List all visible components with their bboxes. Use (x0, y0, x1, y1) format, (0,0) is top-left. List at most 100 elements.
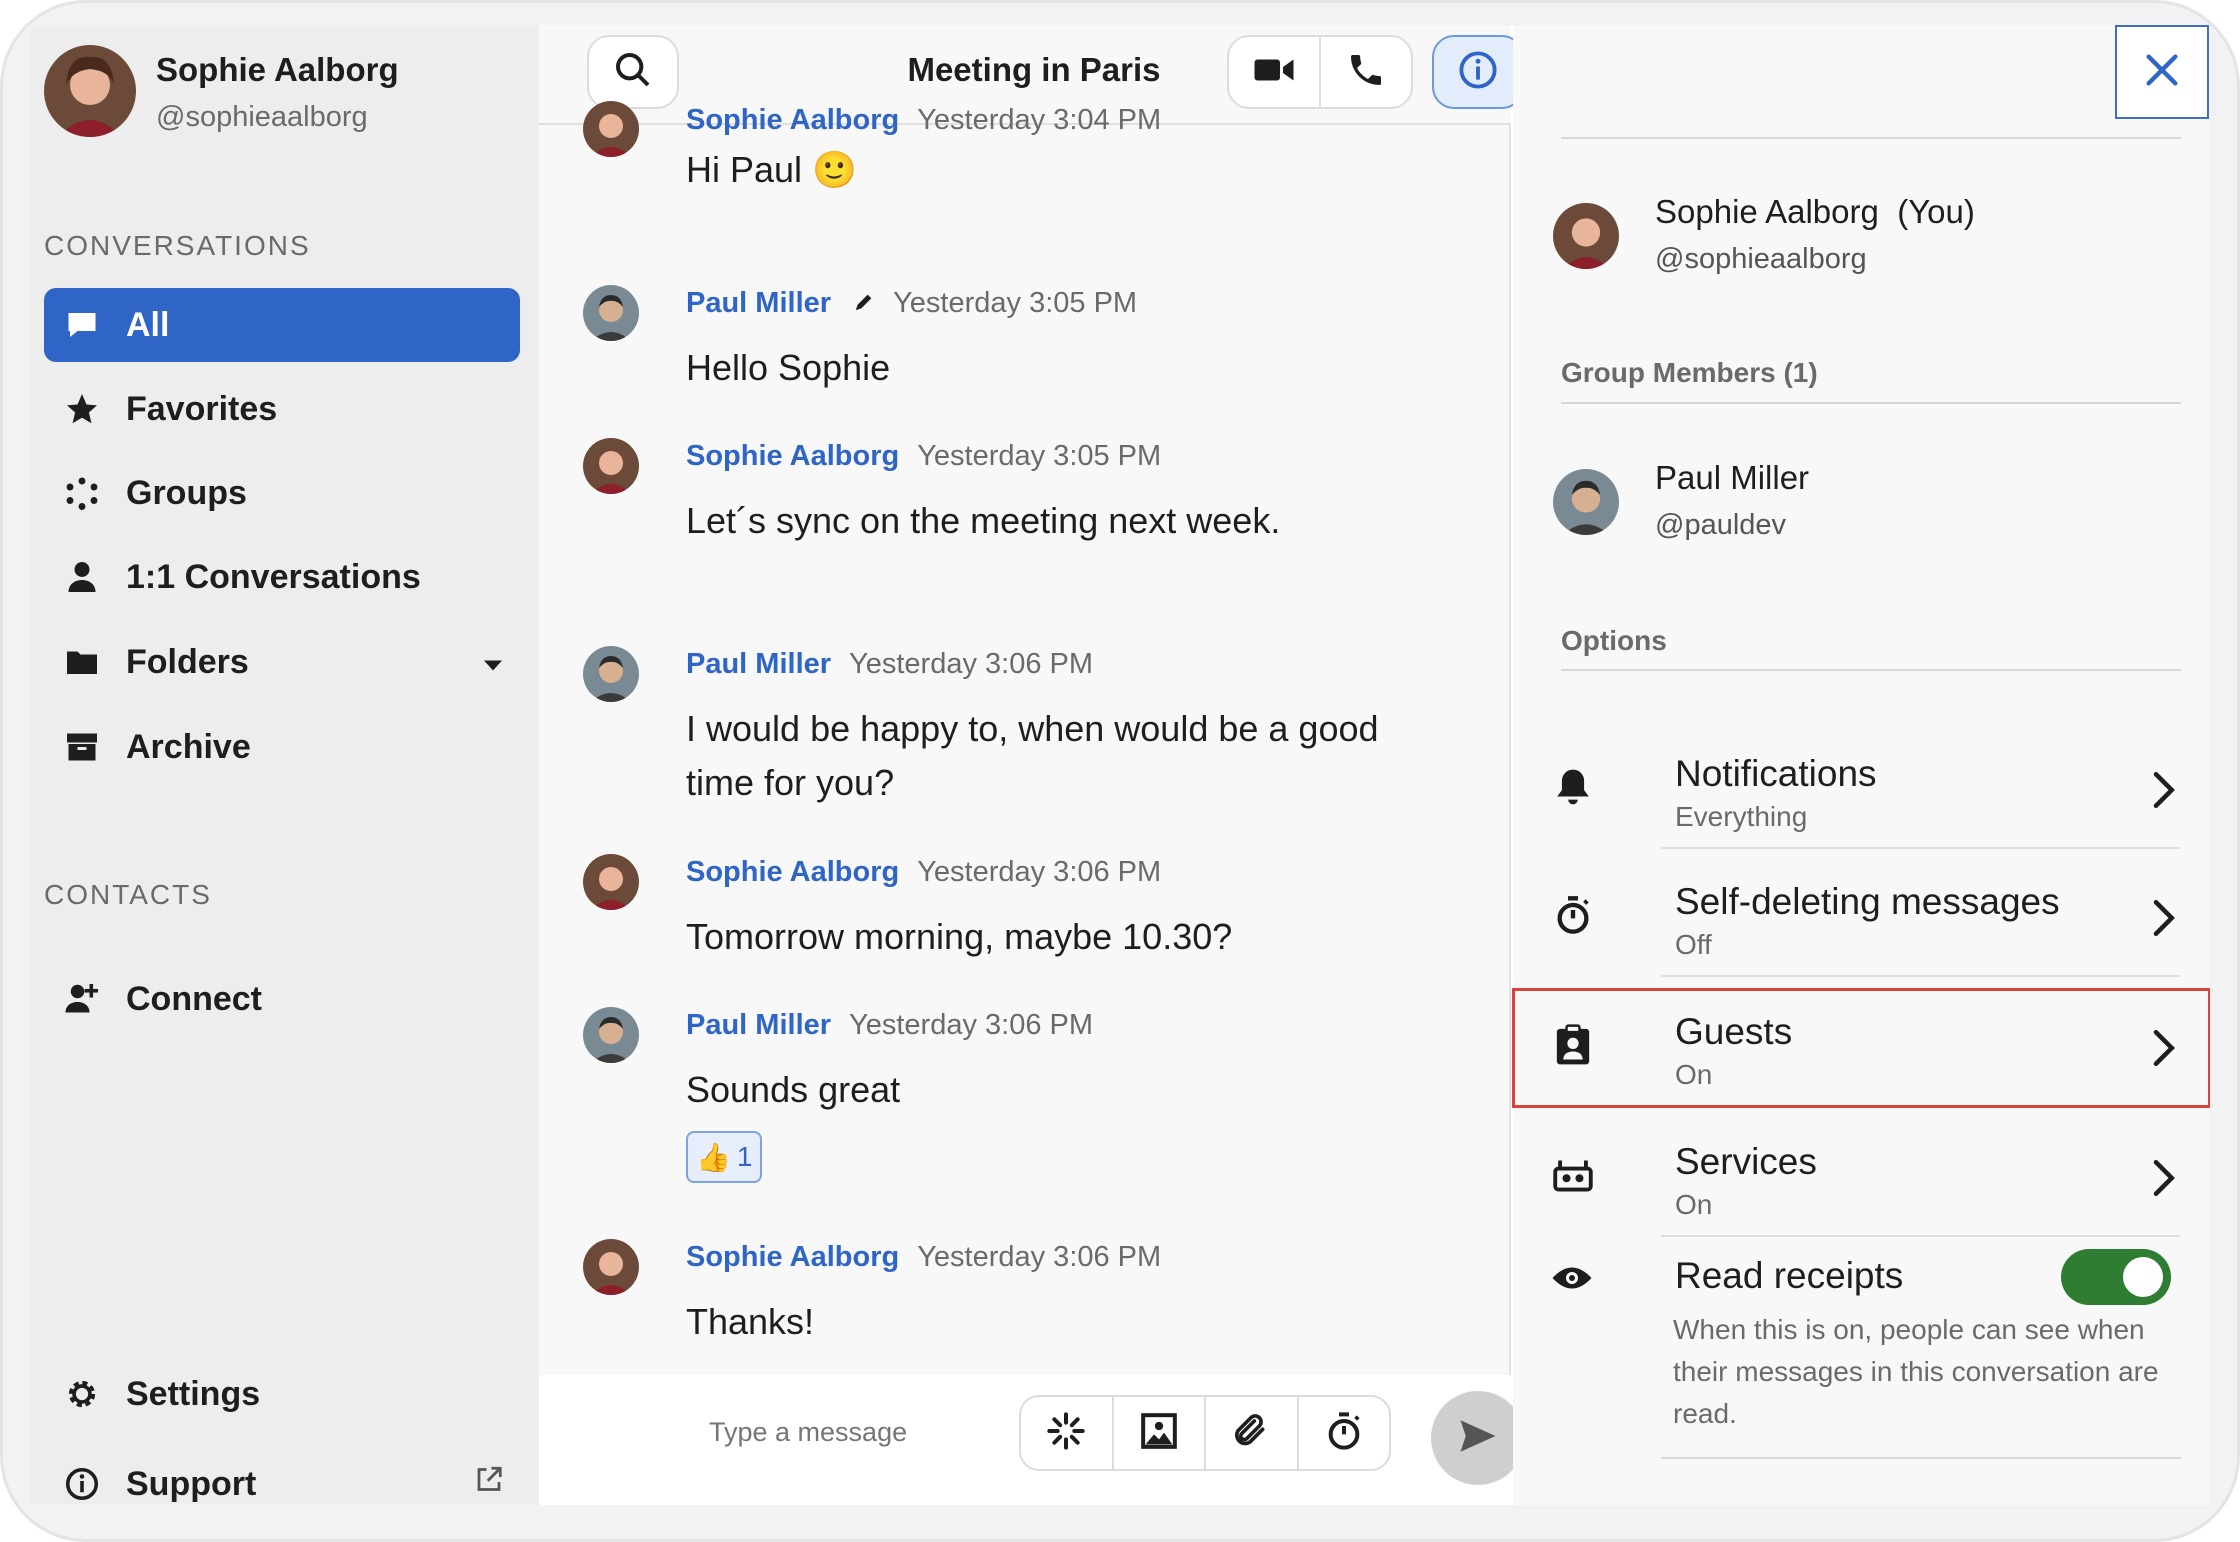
sidebar-item-one-to-one[interactable]: 1:1 Conversations (44, 540, 520, 614)
close-icon (2142, 50, 2182, 95)
gear-icon (62, 1374, 102, 1414)
self-member-row[interactable]: Sophie Aalborg (You) @sophieaalborg (1553, 193, 1975, 276)
option-title: Notifications (1675, 753, 1877, 794)
option-title: Self-deleting messages (1675, 881, 2060, 922)
contacts-section-label: CONTACTS (44, 879, 212, 910)
ping-button[interactable] (1021, 1397, 1114, 1469)
audio-call-button[interactable] (1319, 35, 1413, 109)
message-author[interactable]: Paul Miller (686, 287, 831, 319)
user-profile[interactable]: Sophie Aalborg @sophieaalborg (44, 45, 399, 137)
chevron-right-icon (2150, 769, 2176, 816)
conversation-info-button[interactable] (1432, 35, 1524, 109)
message-author[interactable]: Sophie Aalborg (686, 856, 899, 888)
divider (1661, 1457, 2181, 1459)
message-text: I would be happy to, when would be a goo… (686, 708, 1379, 803)
attach-file-button[interactable] (1206, 1397, 1299, 1469)
message-author[interactable]: Sophie Aalborg (686, 1241, 899, 1273)
avatar (583, 854, 639, 910)
thumbs-up-icon: 👍 (696, 1141, 731, 1173)
search-icon (613, 50, 653, 95)
divider (1561, 137, 2181, 139)
message-time: Yesterday 3:06 PM (917, 856, 1162, 888)
sidebar-item-groups[interactable]: Groups (44, 456, 520, 530)
external-link-icon (474, 1465, 504, 1504)
sidebar-item-folders[interactable]: Folders (44, 625, 520, 699)
member-name: Sophie Aalborg (1655, 193, 1879, 230)
read-receipts-toggle[interactable] (2061, 1249, 2171, 1305)
chevron-down-icon[interactable] (482, 643, 504, 682)
message-text: Let´s sync on the meeting next week. (686, 500, 1281, 541)
option-value: On (1675, 1189, 1713, 1220)
sidebar-item-connect[interactable]: Connect (44, 962, 520, 1036)
message-text: Hi Paul 🙂 (686, 149, 857, 190)
reaction-badge[interactable]: 👍 1 (686, 1131, 763, 1183)
message-author[interactable]: Sophie Aalborg (686, 104, 899, 136)
message-time: Yesterday 3:04 PM (917, 104, 1162, 136)
option-self-deleting-messages[interactable]: Self-deleting messages Off (1513, 859, 2210, 977)
send-button[interactable] (1431, 1391, 1525, 1485)
sidebar-item-label: Folders (126, 642, 249, 681)
sidebar-item-label: Groups (126, 473, 247, 512)
timer-icon (1551, 893, 1595, 937)
message-composer (539, 1375, 1525, 1505)
message-author[interactable]: Paul Miller (686, 1009, 831, 1041)
edited-pencil-icon (853, 288, 875, 321)
conversation-details-panel: Sophie Aalborg (You) @sophieaalborg Grou… (1512, 25, 2210, 1505)
option-notifications[interactable]: Notifications Everything (1513, 731, 2210, 849)
conversation-view: Meeting in Paris Sophie Aalborg Yesterda… (539, 25, 1525, 1505)
image-icon (1139, 1411, 1179, 1456)
sidebar-item-archive[interactable]: Archive (44, 710, 520, 784)
option-title: Guests (1675, 1011, 1793, 1052)
guest-badge-icon (1551, 1023, 1595, 1067)
message-time: Yesterday 3:06 PM (917, 1241, 1162, 1273)
device-frame: Sophie Aalborg @sophieaalborg CONVERSATI… (0, 0, 2240, 1542)
message-time: Yesterday 3:05 PM (893, 287, 1138, 319)
sidebar-item-support[interactable]: Support (44, 1447, 520, 1505)
option-value: On (1675, 1059, 1713, 1090)
close-button[interactable] (2115, 25, 2209, 119)
message-input[interactable] (709, 1417, 1009, 1448)
send-icon (1457, 1415, 1499, 1462)
message-time: Yesterday 3:05 PM (917, 440, 1162, 472)
member-handle: @sophieaalborg (1655, 243, 1867, 275)
sidebar: Sophie Aalborg @sophieaalborg CONVERSATI… (30, 25, 539, 1505)
sidebar-item-all[interactable]: All (44, 288, 520, 362)
avatar (583, 285, 639, 341)
message-author[interactable]: Paul Miller (686, 648, 831, 680)
divider (1661, 975, 2180, 977)
timed-message-button[interactable] (1299, 1397, 1390, 1469)
app-window: Sophie Aalborg @sophieaalborg CONVERSATI… (30, 25, 2210, 1505)
info-icon (1457, 49, 1499, 96)
chevron-right-icon (2150, 1027, 2176, 1074)
message-text: Tomorrow morning, maybe 10.30? (686, 916, 1233, 957)
option-guests[interactable]: Guests On (1512, 988, 2210, 1108)
image-upload-button[interactable] (1114, 1397, 1206, 1469)
robot-icon (1551, 1153, 1595, 1197)
sidebar-item-settings[interactable]: Settings (44, 1357, 520, 1431)
read-receipts-label: Read receipts (1675, 1255, 1904, 1296)
message-text: Hello Sophie (686, 347, 891, 388)
option-title: Services (1675, 1141, 1817, 1182)
folder-icon (62, 642, 102, 682)
member-name: Paul Miller (1655, 459, 1810, 496)
conversation-title: Meeting in Paris (907, 51, 1161, 88)
sidebar-item-label: Archive (126, 727, 251, 766)
member-row[interactable]: Paul Miller @pauldev (1553, 459, 1809, 542)
sidebar-item-label: Connect (126, 979, 262, 1018)
divider (1661, 1235, 2180, 1237)
star-icon (62, 389, 102, 429)
reaction-count: 1 (736, 1141, 753, 1172)
chevron-right-icon (2150, 897, 2176, 944)
sidebar-item-favorites[interactable]: Favorites (44, 372, 520, 446)
search-button[interactable] (587, 35, 679, 109)
avatar (1553, 203, 1619, 269)
option-services[interactable]: Services On (1513, 1119, 2210, 1237)
sidebar-item-label: All (126, 305, 170, 344)
sidebar-item-label: Support (126, 1464, 257, 1503)
group-members-heading: Group Members (1) (1561, 357, 1818, 388)
message-author[interactable]: Sophie Aalborg (686, 440, 899, 472)
chevron-right-icon (2150, 1157, 2176, 1204)
video-call-button[interactable] (1227, 35, 1321, 109)
profile-handle: @sophieaalborg (156, 101, 368, 133)
avatar (583, 438, 639, 494)
